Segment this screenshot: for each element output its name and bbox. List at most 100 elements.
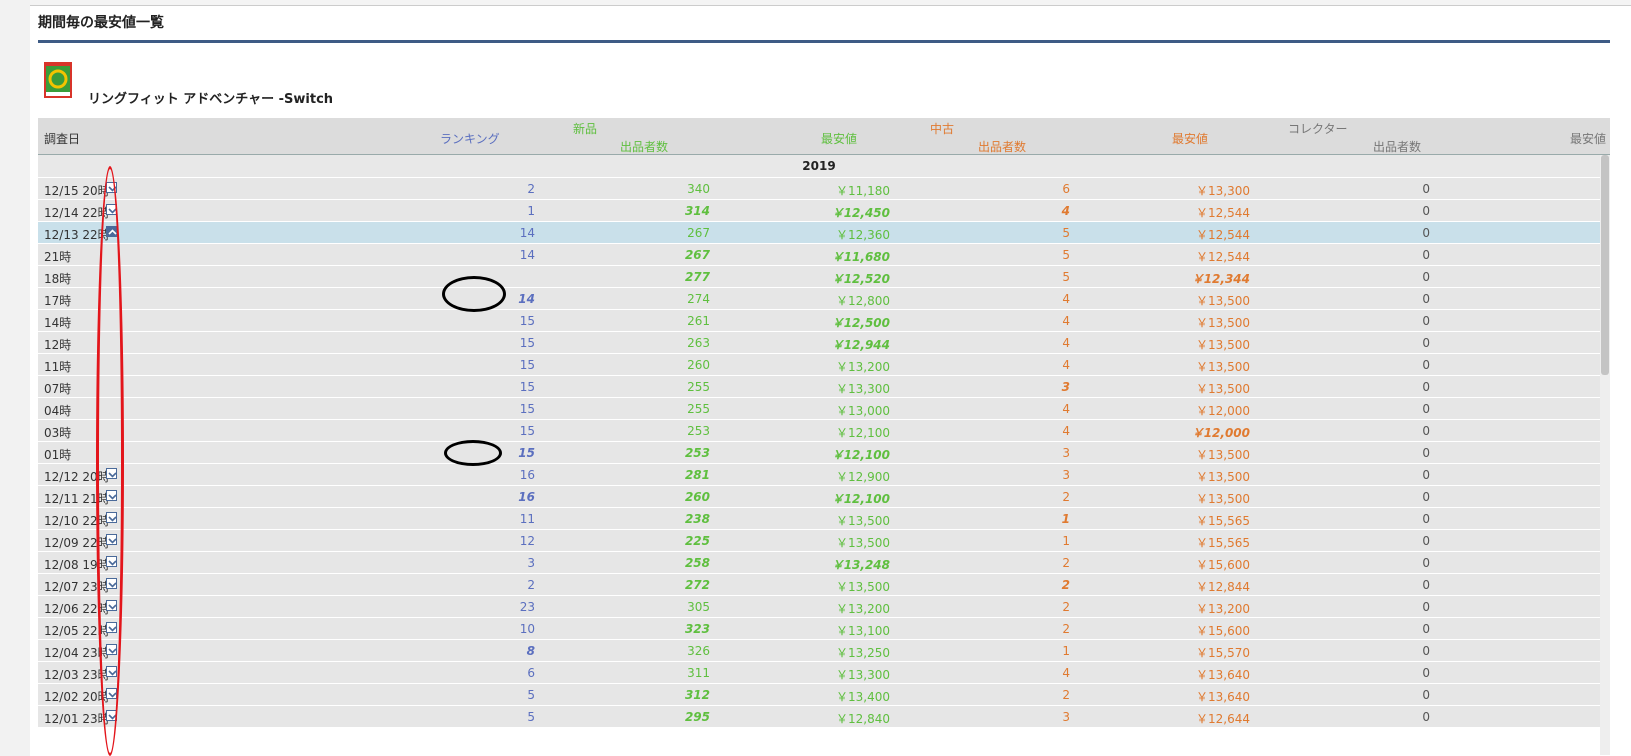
table-row[interactable]: 17時 14 274 ￥12,800 4 ￥13,500 0	[38, 288, 1600, 310]
header-collector: コレクター	[1288, 122, 1348, 136]
row-new-lowest-price: ￥13,248	[831, 558, 890, 572]
row-date: 12/15 20時	[44, 184, 110, 198]
row-used-sellers: 5	[1062, 270, 1070, 284]
row-ranking: 15	[519, 402, 535, 416]
row-used-sellers: 1	[1062, 644, 1070, 658]
row-ranking: 3	[527, 556, 535, 570]
scrollbar-thumb[interactable]	[1601, 155, 1609, 375]
row-used-lowest-price: ￥13,500	[1196, 294, 1250, 308]
section-title: 期間毎の最安値一覧	[38, 15, 164, 31]
row-date: 12/02 20時	[44, 690, 110, 704]
row-new-sellers: 255	[687, 402, 710, 416]
scrollbar[interactable]	[1600, 155, 1610, 755]
header-collector-sellers[interactable]: 出品者数	[1373, 138, 1421, 155]
row-used-sellers: 4	[1062, 424, 1070, 438]
row-new-sellers: 277	[684, 270, 710, 284]
row-ranking: 1	[527, 204, 535, 218]
row-new-sellers: 255	[687, 380, 710, 394]
table-row[interactable]: 12/11 21時 16 260 ￥12,100 2 ￥13,500 0	[38, 486, 1600, 508]
row-ranking: 15	[519, 336, 535, 350]
table-row[interactable]: 12/07 23時 2 272 ￥13,500 2 ￥12,844 0	[38, 574, 1600, 596]
header-used-sellers[interactable]: 出品者数	[978, 138, 1026, 155]
table-row[interactable]: 12/01 23時 5 295 ￥12,840 3 ￥12,644 0	[38, 706, 1600, 728]
table-row[interactable]: 12/02 20時 5 312 ￥13,400 2 ￥13,640 0	[38, 684, 1600, 706]
row-ranking: 14	[519, 226, 535, 240]
row-new-lowest-price: ￥13,500	[836, 580, 890, 594]
row-ranking: 15	[518, 446, 535, 460]
row-collector-sellers: 0	[1422, 468, 1430, 482]
row-date: 03時	[44, 426, 72, 440]
row-used-lowest-price: ￥13,500	[1196, 448, 1250, 462]
row-ranking: 16	[519, 468, 535, 482]
row-new-sellers: 311	[687, 666, 710, 680]
row-used-sellers: 4	[1062, 314, 1070, 328]
row-collector-sellers: 0	[1422, 380, 1430, 394]
row-collector-sellers: 0	[1422, 270, 1430, 284]
row-used-sellers: 4	[1062, 336, 1070, 350]
table-row[interactable]: 12/09 22時 12 225 ￥13,500 1 ￥15,565 0	[38, 530, 1600, 552]
table-row[interactable]: 12/05 22時 10 323 ￥13,100 2 ￥15,600 0	[38, 618, 1600, 640]
table-row[interactable]: 12/06 22時 23 305 ￥13,200 2 ￥13,200 0	[38, 596, 1600, 618]
row-new-sellers: 267	[687, 226, 710, 240]
table-row[interactable]: 04時 15 255 ￥13,000 4 ￥12,000 0	[38, 398, 1600, 420]
row-collector-sellers: 0	[1422, 534, 1430, 548]
table-row[interactable]: 12/08 19時 3 258 ￥13,248 2 ￥15,600 0	[38, 552, 1600, 574]
header-ranking[interactable]: ランキング	[440, 130, 500, 147]
header-new-lowest[interactable]: 最安値	[821, 130, 857, 147]
row-used-sellers: 4	[1062, 666, 1070, 680]
header-new-sellers[interactable]: 出品者数	[620, 138, 668, 155]
row-new-sellers: 261	[687, 314, 710, 328]
row-new-lowest-price: ￥12,944	[831, 338, 890, 352]
table-row[interactable]: 07時 15 255 ￥13,300 3 ￥13,500 0	[38, 376, 1600, 398]
table-row[interactable]: 12/14 22時 1 314 ￥12,450 4 ￥12,544 0	[38, 200, 1600, 222]
row-collector-sellers: 0	[1422, 446, 1430, 460]
table-row[interactable]: 12/12 20時 16 281 ￥12,900 3 ￥13,500 0	[38, 464, 1600, 486]
row-date: 04時	[44, 404, 72, 418]
product-name[interactable]: リングフィット アドベンチャー -Switch	[88, 88, 333, 107]
table-row[interactable]: 12/03 23時 6 311 ￥13,300 4 ￥13,640 0	[38, 662, 1600, 684]
row-used-lowest-price: ￥13,500	[1196, 316, 1250, 330]
row-ranking: 5	[527, 688, 535, 702]
row-new-lowest-price: ￥12,100	[836, 426, 890, 440]
header-date[interactable]: 調査日	[44, 130, 80, 147]
row-used-lowest-price: ￥15,600	[1196, 624, 1250, 638]
row-used-lowest-price: ￥15,570	[1196, 646, 1250, 660]
row-ranking: 23	[519, 600, 535, 614]
black-circle-annotation-1	[442, 276, 506, 312]
table-row[interactable]: 12/13 22時 14 267 ￥12,360 5 ￥12,544 0	[38, 222, 1600, 244]
table-row[interactable]: 12時 15 263 ￥12,944 4 ￥13,500 0	[38, 332, 1600, 354]
row-new-lowest-price: ￥12,360	[836, 228, 890, 242]
table-row[interactable]: 14時 15 261 ￥12,500 4 ￥13,500 0	[38, 310, 1600, 332]
table-row[interactable]: 12/10 22時 11 238 ￥13,500 1 ￥15,565 0	[38, 508, 1600, 530]
row-ranking: 11	[519, 512, 535, 526]
row-collector-sellers: 0	[1422, 314, 1430, 328]
row-ranking: 16	[518, 490, 535, 504]
row-collector-sellers: 0	[1422, 204, 1430, 218]
table-row[interactable]: 11時 15 260 ￥13,200 4 ￥13,500 0	[38, 354, 1600, 376]
row-date: 12/14 22時	[44, 206, 110, 220]
row-new-sellers: 225	[684, 534, 710, 548]
table-row[interactable]: 12/15 20時 2 340 ￥11,180 6 ￥13,300 0	[38, 178, 1600, 200]
row-used-sellers: 3	[1062, 468, 1070, 482]
table-row[interactable]: 18時 277 ￥12,520 5 ￥12,344 0	[38, 266, 1600, 288]
section-divider	[38, 40, 1610, 43]
table-row[interactable]: 12/04 23時 8 326 ￥13,250 1 ￥15,570 0	[38, 640, 1600, 662]
header-collector-lowest[interactable]: 最安値	[1570, 130, 1606, 147]
row-used-lowest-price: ￥12,000	[1191, 426, 1250, 440]
row-collector-sellers: 0	[1422, 490, 1430, 504]
row-date: 07時	[44, 382, 72, 396]
row-ranking: 15	[519, 424, 535, 438]
row-new-lowest-price: ￥13,500	[836, 514, 890, 528]
row-new-sellers: 295	[684, 710, 710, 724]
header-used-lowest[interactable]: 最安値	[1172, 130, 1208, 147]
row-new-lowest-price: ￥13,300	[836, 668, 890, 682]
table-row[interactable]: 03時 15 253 ￥12,100 4 ￥12,000 0	[38, 420, 1600, 442]
row-used-lowest-price: ￥12,344	[1191, 272, 1250, 286]
row-new-lowest-price: ￥13,000	[836, 404, 890, 418]
table-row[interactable]: 01時 15 253 ￥12,100 3 ￥13,500 0	[38, 442, 1600, 464]
row-ranking: 8	[526, 644, 535, 658]
table-row[interactable]: 21時 14 267 ￥11,680 5 ￥12,544 0	[38, 244, 1600, 266]
row-used-lowest-price: ￥12,844	[1196, 580, 1250, 594]
row-new-sellers: 274	[687, 292, 710, 306]
row-used-sellers: 2	[1062, 600, 1070, 614]
